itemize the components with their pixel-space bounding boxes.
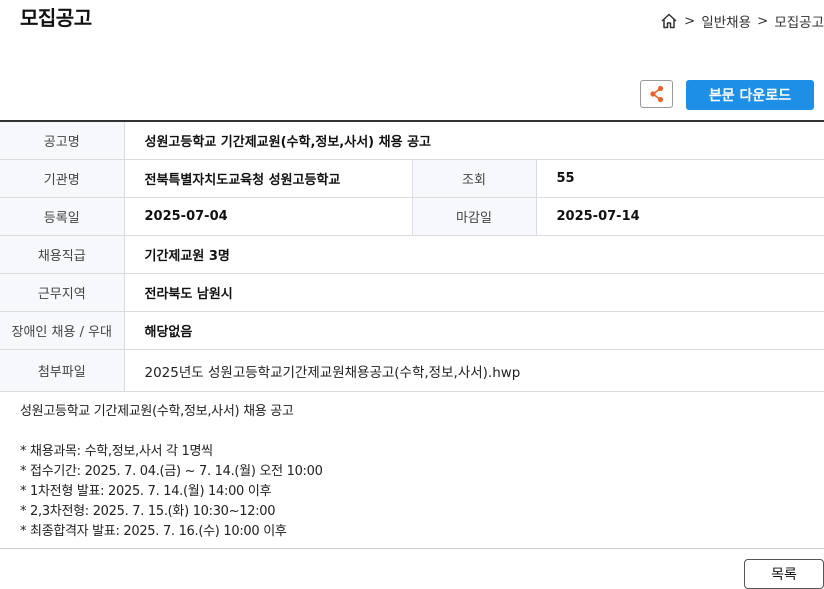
table-row: 근무지역 전라북도 남원시 — [0, 273, 824, 312]
breadcrumb-item-recruitment[interactable]: 모집공고 — [774, 11, 824, 31]
disabled-value: 해당없음 — [124, 311, 824, 350]
breadcrumb-separator: > — [757, 13, 769, 29]
body-line: * 최종합격자 발표: 2025. 7. 16.(수) 10:00 이후 — [20, 524, 287, 539]
title-value: 성원고등학교 기간제교원(수학,정보,사서) 채용 공고 — [124, 121, 824, 160]
breadcrumb: > 일반채용 > 모집공고 — [660, 11, 824, 31]
deadline-label: 마감일 — [411, 197, 537, 236]
table-row: 공고명 성원고등학교 기간제교원(수학,정보,사서) 채용 공고 — [0, 121, 824, 160]
content-divider — [0, 548, 824, 549]
table-row: 장애인 채용 / 우대 해당없음 — [0, 311, 824, 350]
body-line: * 접수기간: 2025. 7. 04.(금) ~ 7. 14.(월) 오전 1… — [20, 464, 323, 479]
download-body-button[interactable]: 본문 다운로드 — [686, 80, 814, 110]
attachment-link[interactable]: 2025년도 성원고등학교기간제교원채용공고(수학,정보,사서).hwp — [124, 349, 824, 392]
table-row: 등록일 2025-07-04 마감일 2025-07-14 — [0, 197, 824, 236]
views-label: 조회 — [411, 159, 537, 198]
action-bar: 본문 다운로드 — [640, 80, 814, 110]
body-line: * 채용과목: 수학,정보,사서 각 1명씩 — [20, 444, 213, 459]
region-label: 근무지역 — [0, 273, 125, 312]
page-title: 모집공고 — [20, 6, 92, 30]
breadcrumb-separator: > — [684, 13, 696, 29]
reg-date-label: 등록일 — [0, 197, 125, 236]
notice-info-table: 공고명 성원고등학교 기간제교원(수학,정보,사서) 채용 공고 기관명 전북특… — [0, 120, 824, 392]
region-value: 전라북도 남원시 — [124, 273, 824, 312]
body-line: * 2,3차전형: 2025. 7. 15.(화) 10:30~12:00 — [20, 504, 276, 519]
reg-date-value: 2025-07-04 — [124, 197, 412, 236]
org-value: 전북특별자치도교육청 성원고등학교 — [124, 159, 412, 198]
org-label: 기관명 — [0, 159, 125, 198]
share-icon — [649, 85, 663, 103]
share-button[interactable] — [640, 80, 673, 108]
breadcrumb-item-general-hiring[interactable]: 일반채용 — [701, 11, 751, 31]
table-row: 첨부파일 2025년도 성원고등학교기간제교원채용공고(수학,정보,사서).hw… — [0, 349, 824, 392]
body-heading: 성원고등학교 기간제교원(수학,정보,사서) 채용 공고 — [20, 404, 294, 419]
title-label: 공고명 — [0, 121, 125, 160]
attachment-label: 첨부파일 — [0, 349, 125, 392]
disabled-label: 장애인 채용 / 우대 — [0, 311, 125, 350]
position-label: 채용직급 — [0, 235, 125, 274]
notice-body: 성원고등학교 기간제교원(수학,정보,사서) 채용 공고 * 채용과목: 수학,… — [20, 402, 323, 542]
body-line: * 1차전형 발표: 2025. 7. 14.(월) 14:00 이후 — [20, 484, 272, 499]
table-row: 채용직급 기간제교원 3명 — [0, 235, 824, 274]
home-icon[interactable] — [660, 12, 678, 30]
list-button[interactable]: 목록 — [744, 559, 824, 589]
position-value: 기간제교원 3명 — [124, 235, 824, 274]
table-row: 기관명 전북특별자치도교육청 성원고등학교 조회 55 — [0, 159, 824, 198]
views-value: 55 — [536, 159, 824, 198]
deadline-value: 2025-07-14 — [536, 197, 824, 236]
